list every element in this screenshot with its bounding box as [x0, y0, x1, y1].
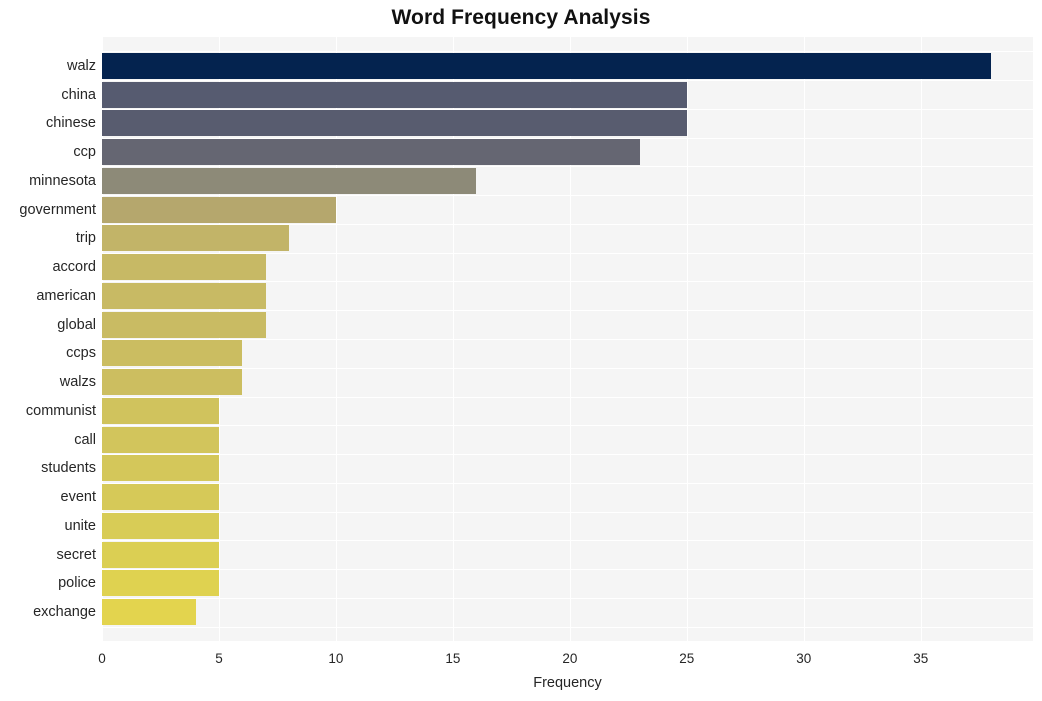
y-tick-label: students	[41, 460, 96, 476]
y-gridline	[102, 454, 1033, 455]
y-tick-label: global	[57, 317, 96, 333]
y-gridline	[102, 483, 1033, 484]
y-tick-label: minnesota	[29, 173, 96, 189]
y-tick-label: accord	[52, 259, 96, 275]
bar	[102, 484, 219, 510]
y-gridline	[102, 310, 1033, 311]
y-tick-label: american	[36, 288, 96, 304]
y-gridline	[102, 80, 1033, 81]
bar	[102, 312, 266, 338]
bar	[102, 369, 243, 395]
bar	[102, 225, 290, 251]
y-tick-label: chinese	[46, 115, 96, 131]
x-tick-label: 30	[796, 651, 812, 666]
bar	[102, 197, 336, 223]
bar	[102, 513, 219, 539]
bar	[102, 455, 219, 481]
bar	[102, 82, 687, 108]
y-gridline	[102, 281, 1033, 282]
y-gridline	[102, 627, 1033, 628]
y-gridline	[102, 397, 1033, 398]
y-gridline	[102, 51, 1033, 52]
x-tick-label: 15	[445, 651, 461, 666]
x-tick-label: 20	[562, 651, 578, 666]
y-gridline	[102, 166, 1033, 167]
y-tick-label: communist	[25, 403, 96, 419]
chart-title: Word Frequency Analysis	[391, 6, 651, 29]
y-gridline	[102, 512, 1033, 513]
x-tick-label: 0	[98, 651, 106, 666]
bar	[102, 398, 219, 424]
y-tick-label: walz	[66, 58, 96, 74]
y-tick-label: call	[74, 432, 96, 448]
y-tick-label: secret	[56, 547, 97, 563]
bar	[102, 254, 266, 280]
x-tick-label: 10	[328, 651, 344, 666]
bar	[102, 283, 266, 309]
y-tick-label: china	[61, 87, 96, 103]
bar	[102, 542, 219, 568]
y-tick-label: trip	[75, 230, 96, 246]
x-axis-label: Frequency	[533, 675, 602, 691]
x-tick-label: 5	[215, 651, 223, 666]
x-tick-label: 25	[679, 651, 695, 666]
plot-area	[102, 37, 1033, 641]
y-axis-tick-labels: walz china chinese ccp minnesota government tr…	[0, 37, 96, 641]
bar	[102, 168, 477, 194]
bar	[102, 427, 219, 453]
bar	[102, 53, 991, 79]
y-tick-label: ccp	[73, 144, 96, 160]
bar	[102, 139, 640, 165]
y-tick-label: unite	[64, 518, 96, 534]
y-tick-label: event	[60, 489, 96, 505]
y-tick-label: ccps	[66, 345, 96, 361]
bar	[102, 570, 219, 596]
y-gridline	[102, 540, 1033, 541]
y-tick-label: police	[58, 575, 96, 591]
y-gridline	[102, 425, 1033, 426]
y-tick-label: walzs	[59, 374, 96, 390]
y-gridline	[102, 598, 1033, 599]
x-tick-label: 35	[913, 651, 929, 666]
bar	[102, 599, 196, 625]
y-gridline	[102, 569, 1033, 570]
word-frequency-chart: Word Frequency Analysis walz china chinese…	[0, 0, 1042, 701]
y-tick-label: exchange	[33, 604, 96, 620]
y-tick-label: government	[19, 202, 96, 218]
y-gridline	[102, 195, 1033, 196]
bar	[102, 340, 243, 366]
bar	[102, 110, 687, 136]
